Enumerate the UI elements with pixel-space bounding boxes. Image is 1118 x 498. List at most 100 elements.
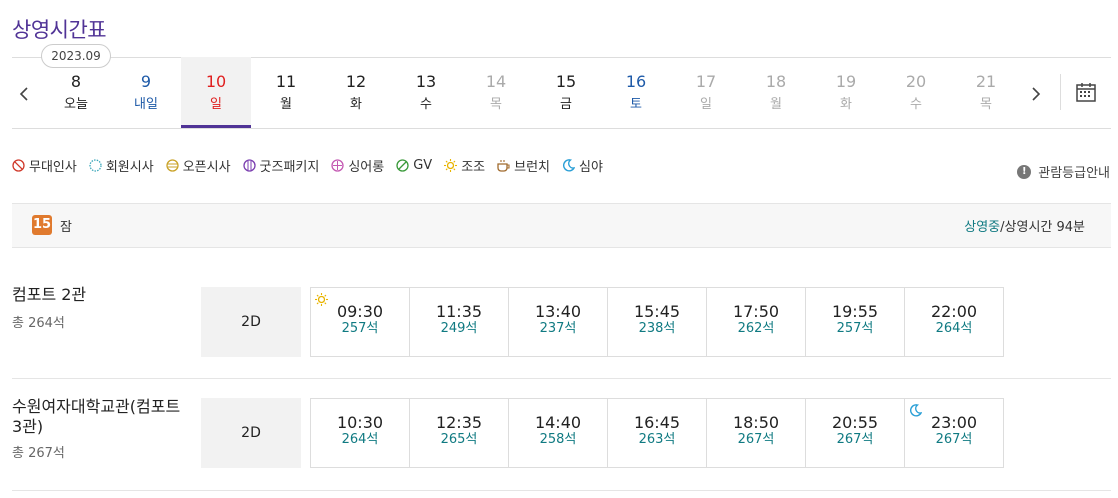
- hall-name: 수원여자대학교관(컴포트 3관): [12, 397, 181, 436]
- calendar-button[interactable]: [1076, 82, 1096, 106]
- date-item[interactable]: 17 일: [671, 57, 741, 128]
- date-nav-bottom-divider: [12, 128, 1111, 129]
- morning-sun-icon: [444, 159, 458, 172]
- rating-guide-label: 관람등급안내: [1038, 166, 1110, 181]
- date-weekday: 일: [210, 97, 222, 112]
- date-number: 20: [905, 72, 927, 91]
- next-date-button[interactable]: [1030, 82, 1042, 106]
- rating-guide-link[interactable]: ! 관람등급안내: [1017, 162, 1110, 181]
- date-weekday: 수: [420, 97, 432, 112]
- date-number: 17: [695, 72, 717, 91]
- page-title: 상영시간표: [12, 18, 107, 42]
- prev-date-button[interactable]: [18, 82, 30, 106]
- date-weekday: 화: [350, 97, 362, 112]
- showtime-slot[interactable]: 09:30 257석: [311, 288, 410, 356]
- showtime-time: 22:00: [930, 302, 978, 321]
- month-badge: 2023.09: [41, 44, 111, 68]
- age-rating-badge: 15: [32, 215, 52, 235]
- legend-label: 굿즈패키지: [259, 160, 320, 175]
- showtime-seats: 267석: [737, 432, 775, 447]
- hall-divider: [12, 378, 1111, 379]
- date-item[interactable]: 16 토: [601, 57, 671, 128]
- legend-item: 굿즈패키지: [242, 156, 320, 175]
- showtime-slot[interactable]: 10:30 264석: [311, 399, 410, 467]
- legend-item: GV: [396, 156, 432, 175]
- screen-format: 2D: [201, 287, 301, 357]
- legend-label: 조조: [461, 160, 486, 175]
- date-number: 8: [70, 72, 82, 91]
- legend-label: 심야: [579, 160, 603, 175]
- info-icon: !: [1017, 164, 1032, 179]
- showtime-slot[interactable]: 13:40 237석: [509, 288, 608, 356]
- run-time-label: /상영시간 94분: [1000, 220, 1085, 235]
- date-item[interactable]: 20 수: [881, 57, 951, 128]
- showtime-slot[interactable]: 19:55 257석: [806, 288, 905, 356]
- chevron-right-icon: [1032, 87, 1041, 101]
- date-item[interactable]: 21 목: [951, 57, 1021, 128]
- calendar-icon: [1076, 83, 1096, 102]
- late-night-moon-icon: [563, 159, 576, 172]
- showtime-time: 16:45: [633, 413, 681, 432]
- showtime-time: 20:55: [831, 413, 879, 432]
- showtime-seats: 237석: [539, 321, 577, 336]
- date-number: 13: [415, 72, 437, 91]
- date-item[interactable]: 11 월: [251, 57, 321, 128]
- showtime-time: 17:50: [732, 302, 780, 321]
- date-number: 15: [555, 72, 577, 91]
- morning-sun-icon: [315, 293, 328, 306]
- date-item[interactable]: 12 화: [321, 57, 391, 128]
- goods-package-icon: [242, 159, 256, 172]
- date-weekday: 수: [910, 97, 922, 112]
- date-item[interactable]: 18 월: [741, 57, 811, 128]
- showtime-slot[interactable]: 17:50 262석: [707, 288, 806, 356]
- date-item[interactable]: 14 목: [461, 57, 531, 128]
- date-item[interactable]: 13 수: [391, 57, 461, 128]
- legend-item: 오픈시사: [166, 156, 231, 175]
- legend-item: 싱어롱: [331, 156, 384, 175]
- showtime-slot[interactable]: 20:55 267석: [806, 399, 905, 467]
- date-item[interactable]: 10 일: [181, 57, 251, 128]
- showtime-seats: 265석: [440, 432, 478, 447]
- date-number: 12: [345, 72, 367, 91]
- date-weekday: 금: [560, 97, 572, 112]
- date-weekday: 화: [840, 97, 852, 112]
- showtime-time: 11:35: [435, 302, 483, 321]
- showtime-slot[interactable]: 11:35 249석: [410, 288, 509, 356]
- hall-total-seats: 총 267석: [12, 446, 65, 461]
- date-number: 9: [140, 72, 152, 91]
- chevron-left-icon: [19, 87, 28, 101]
- late-night-moon-badge: [909, 402, 923, 421]
- showtime-time: 13:40: [534, 302, 582, 321]
- legend-item: 회원시사: [89, 156, 154, 175]
- showtime-seats: 238석: [638, 321, 676, 336]
- legend-label: 싱어롱: [348, 160, 385, 175]
- showtime-seats: 258석: [539, 432, 577, 447]
- date-weekday: 목: [490, 97, 502, 112]
- showtime-slot[interactable]: 18:50 267석: [707, 399, 806, 467]
- showtime-seats: 249석: [440, 321, 478, 336]
- date-weekday: 오늘: [64, 97, 88, 112]
- showtime-list: 09:30 257석 11:35 249석 13:40 237석 15:45 2…: [310, 287, 1004, 357]
- date-number: 18: [765, 72, 787, 91]
- showtime-slot[interactable]: 23:00 267석: [905, 399, 1003, 467]
- date-weekday: 월: [770, 97, 782, 112]
- brunch-cup-icon: [497, 160, 510, 172]
- date-item[interactable]: 19 화: [811, 57, 881, 128]
- showtime-slot[interactable]: 15:45 238석: [608, 288, 707, 356]
- showtime-list: 10:30 264석 12:35 265석 14:40 258석 16:45 2…: [310, 398, 1004, 468]
- showtime-slot[interactable]: 16:45 263석: [608, 399, 707, 467]
- legend-label: GV: [413, 158, 433, 173]
- hall-name: 컴포트 2관: [12, 285, 87, 304]
- legend-item: 브런치: [497, 156, 550, 175]
- movie-header: 15 잠 상영중/상영시간 94분: [12, 203, 1111, 248]
- showtime-seats: 257석: [836, 321, 874, 336]
- date-weekday: 월: [280, 97, 292, 112]
- date-item[interactable]: 15 금: [531, 57, 601, 128]
- showtime-slot[interactable]: 14:40 258석: [509, 399, 608, 467]
- showtime-slot[interactable]: 22:00 264석: [905, 288, 1003, 356]
- date-item[interactable]: 9 내일: [111, 57, 181, 128]
- showtime-slot[interactable]: 12:35 265석: [410, 399, 509, 467]
- date-number: 10: [205, 72, 227, 91]
- hall-divider: [12, 490, 1111, 491]
- date-weekday: 토: [630, 97, 642, 112]
